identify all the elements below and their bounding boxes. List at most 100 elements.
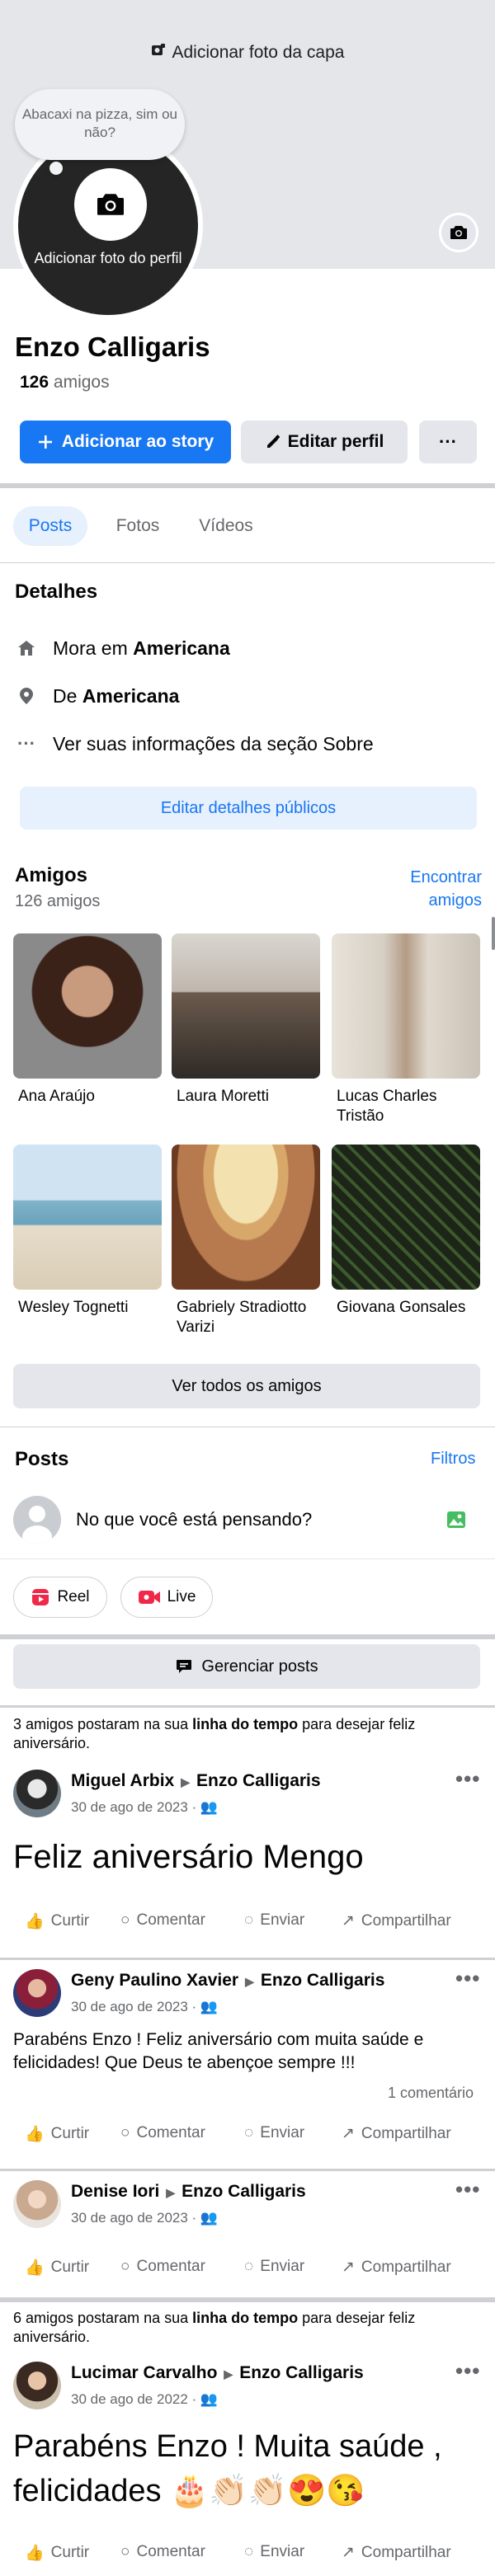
post-author[interactable]: Denise Iori <box>71 2182 159 2201</box>
filters-link[interactable]: Filtros <box>431 1450 475 1469</box>
more-options-button[interactable]: ··· <box>419 421 477 463</box>
from-prefix: De <box>53 684 78 707</box>
from-city[interactable]: Americana <box>82 685 180 707</box>
timeline-link[interactable]: linha do tempo <box>192 2310 298 2326</box>
divider <box>0 562 495 563</box>
send-label: Enviar <box>260 2258 305 2275</box>
send-button[interactable]: ◌ Enviar <box>244 1911 304 1930</box>
messenger-icon: ◌ <box>244 2124 254 2141</box>
section-divider <box>0 2169 495 2171</box>
lives-prefix: Mora em <box>53 637 128 659</box>
comment-button[interactable]: ○ Comentar <box>120 2258 205 2276</box>
friend-card[interactable]: Gabriely Stradiotto Varizi <box>172 1145 320 1337</box>
tab-photos[interactable]: Fotos <box>101 506 175 546</box>
post-date-row: 30 de ago de 2023 · 👥 <box>71 1799 219 1815</box>
share-button[interactable]: ↗ Compartilhar <box>342 2543 451 2562</box>
live-button[interactable]: Live <box>120 1577 213 1618</box>
see-all-friends-button[interactable]: Ver todos os amigos <box>13 1364 480 1408</box>
edit-public-details-button[interactable]: Editar detalhes públicos <box>20 787 477 830</box>
tab-posts[interactable]: Posts <box>13 506 87 546</box>
send-button[interactable]: ◌ Enviar <box>244 2543 304 2561</box>
friend-card[interactable]: Giovana Gonsales <box>332 1145 480 1318</box>
post-menu-icon[interactable]: ••• <box>455 1966 480 1991</box>
more-dots-icon: ··· <box>439 431 457 452</box>
friend-photo <box>13 1145 162 1290</box>
post-date-row: 30 de ago de 2023 · 👥 <box>71 1999 219 2014</box>
send-button[interactable]: ◌ Enviar <box>244 2258 304 2276</box>
like-label: Curtir <box>50 1912 90 1930</box>
post-menu-icon[interactable]: ••• <box>455 1766 480 1792</box>
comment-label: Comentar <box>136 1911 205 1929</box>
comment-icon: ○ <box>120 2543 130 2560</box>
post-menu-icon[interactable]: ••• <box>455 2358 480 2384</box>
post-target[interactable]: Enzo Calligaris <box>182 2182 306 2201</box>
tab-videos-label: Vídeos <box>199 516 253 535</box>
profile-friends-count[interactable]: 126 amigos <box>20 373 110 393</box>
comment-icon: ○ <box>120 1911 130 1929</box>
detail-about-link[interactable]: ··· Ver suas informações da seção Sobre <box>15 732 374 755</box>
manage-posts-button[interactable]: Gerenciar posts <box>13 1644 480 1689</box>
cover-camera-button[interactable] <box>439 213 478 252</box>
post-author[interactable]: Lucimar Carvalho <box>71 2363 217 2382</box>
post-date[interactable]: 30 de ago de 2022 <box>71 2391 188 2407</box>
composer-input[interactable]: No que você está pensando? <box>76 1509 312 1530</box>
comment-label: Comentar <box>136 2543 205 2560</box>
share-button[interactable]: ↗ Compartilhar <box>342 2258 451 2277</box>
post-author-avatar[interactable] <box>13 2180 61 2228</box>
post-author[interactable]: Miguel Arbix <box>71 1771 174 1790</box>
home-icon <box>15 637 38 660</box>
tab-videos[interactable]: Vídeos <box>185 506 267 546</box>
post-target[interactable]: Enzo Calligaris <box>239 2363 364 2382</box>
section-divider <box>0 2297 495 2302</box>
friend-card[interactable]: Laura Moretti <box>172 933 320 1107</box>
post-header-names: Denise Iori ▶ Enzo Calligaris <box>71 2182 306 2202</box>
post-actions-bar: 👍 Curtir ○ Comentar ◌ Enviar ↗ Compartilhar <box>0 2258 495 2291</box>
scrollbar[interactable] <box>492 917 495 950</box>
add-cover-photo-button[interactable]: Adicionar foto da capa <box>0 43 495 63</box>
comment-icon: ○ <box>120 2258 130 2275</box>
timeline-link[interactable]: linha do tempo <box>192 1716 298 1732</box>
edit-profile-button[interactable]: Editar perfil <box>241 421 408 463</box>
post-date[interactable]: 30 de ago de 2023 <box>71 1999 188 2014</box>
post-target[interactable]: Enzo Calligaris <box>261 1971 385 1990</box>
lives-city[interactable]: Americana <box>133 637 230 659</box>
post-date[interactable]: 30 de ago de 2023 <box>71 1799 188 1815</box>
comment-button[interactable]: ○ Comentar <box>120 1911 205 1930</box>
post-date[interactable]: 30 de ago de 2023 <box>71 2210 188 2226</box>
post-date-row: 30 de ago de 2023 · 👥 <box>71 2210 219 2226</box>
friends-count-label: 126 amigos <box>15 892 101 910</box>
like-button[interactable]: 👍 Curtir <box>25 2124 89 2144</box>
pencil-icon <box>266 435 280 448</box>
post-author-avatar[interactable] <box>13 2362 61 2409</box>
post-target[interactable]: Enzo Calligaris <box>196 1771 321 1790</box>
post-author-avatar[interactable] <box>13 1770 61 1817</box>
comment-count[interactable]: 1 comentário <box>388 2085 474 2102</box>
like-button[interactable]: 👍 Curtir <box>25 2258 89 2278</box>
comment-button[interactable]: ○ Comentar <box>120 2124 205 2142</box>
like-button[interactable]: 👍 Curtir <box>25 1911 89 1931</box>
note-bubble[interactable]: Abacaxi na pizza, sim ou não? <box>15 89 185 175</box>
friend-card[interactable]: Ana Araújo <box>13 933 162 1107</box>
reel-button[interactable]: Reel <box>13 1577 107 1618</box>
add-profile-photo-camera[interactable] <box>74 168 147 241</box>
post-author-avatar[interactable] <box>13 1969 61 2017</box>
add-to-story-button[interactable]: Adicionar ao story <box>20 421 231 463</box>
photo-icon[interactable] <box>446 1509 467 1535</box>
share-button[interactable]: ↗ Compartilhar <box>342 2124 451 2143</box>
like-button[interactable]: 👍 Curtir <box>25 2543 89 2563</box>
comment-button[interactable]: ○ Comentar <box>120 2543 205 2561</box>
find-friends-link[interactable]: Encontrar amigos <box>403 866 482 912</box>
composer-avatar[interactable] <box>13 1496 61 1544</box>
post-author[interactable]: Geny Paulino Xavier <box>71 1971 238 1990</box>
share-button[interactable]: ↗ Compartilhar <box>342 1911 451 1930</box>
friend-card[interactable]: Lucas Charles Tristão <box>332 933 480 1126</box>
share-label: Compartilhar <box>361 1911 451 1930</box>
send-button[interactable]: ◌ Enviar <box>244 2124 304 2142</box>
post-date-row: 30 de ago de 2022 · 👥 <box>71 2391 219 2407</box>
thumbs-up-icon: 👍 <box>25 1913 45 1930</box>
post-text: Parabéns Enzo ! Muita saúde , felicidade… <box>13 2424 442 2513</box>
like-label: Curtir <box>50 2125 90 2142</box>
friend-card[interactable]: Wesley Tognetti <box>13 1145 162 1318</box>
post-actions-bar: 👍 Curtir ○ Comentar ◌ Enviar ↗ Compartilhar <box>0 2543 495 2576</box>
post-menu-icon[interactable]: ••• <box>455 2177 480 2202</box>
